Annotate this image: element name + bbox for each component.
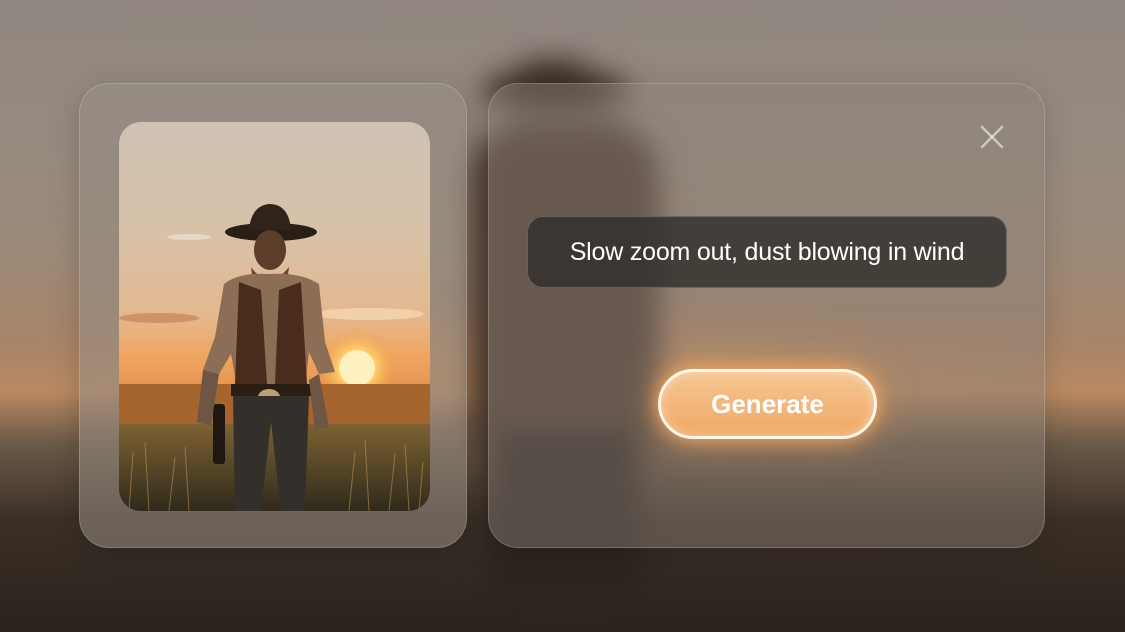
generate-button-label: Generate: [711, 388, 824, 419]
close-icon: [980, 125, 1004, 149]
source-image-card: [79, 83, 467, 548]
cowboy-silhouette-illustration: [119, 204, 430, 511]
prompt-text: Slow zoom out, dust blowing in wind: [569, 237, 965, 266]
generate-button[interactable]: Generate: [658, 369, 877, 439]
prompt-text-field[interactable]: Slow zoom out, dust blowing in wind: [527, 216, 1007, 288]
cowboy-photo: [119, 122, 430, 511]
prompt-panel: Slow zoom out, dust blowing in wind Gene…: [488, 83, 1045, 548]
close-button[interactable]: [977, 122, 1007, 152]
